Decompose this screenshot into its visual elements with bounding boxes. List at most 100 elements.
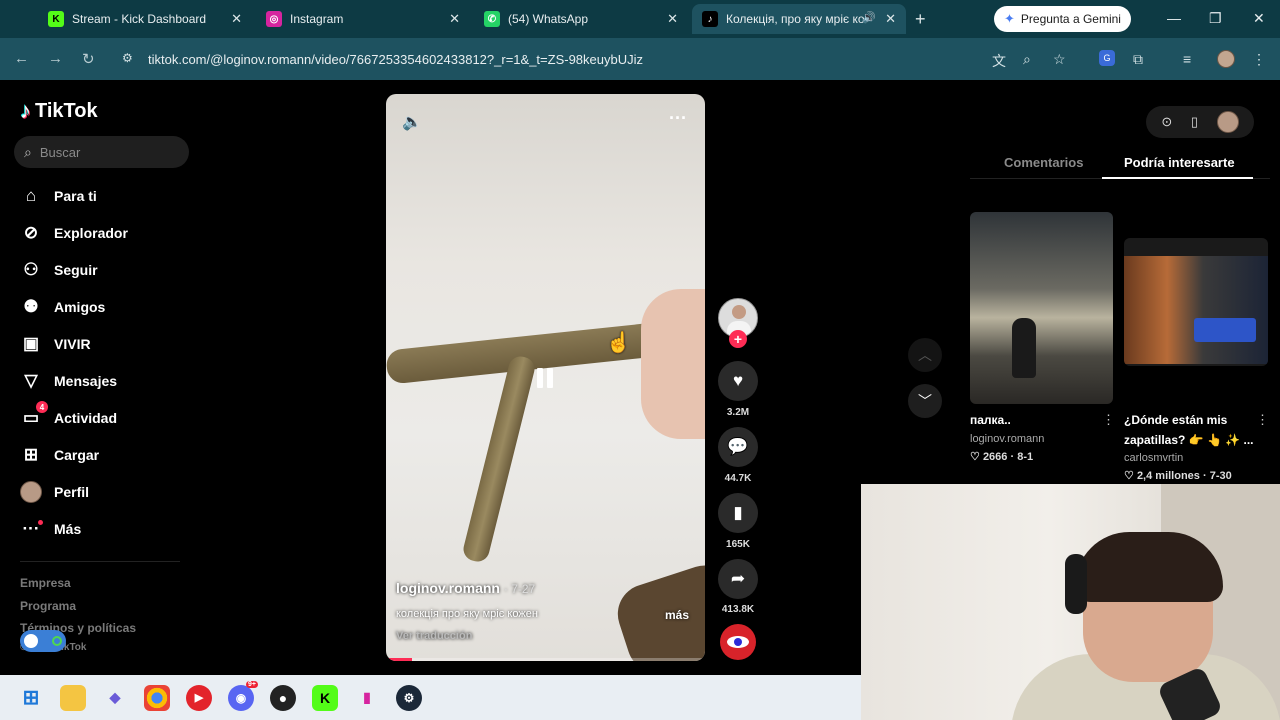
nav-item-seguir[interactable]: ⚇ Seguir [20, 259, 98, 281]
tab-title: Stream - Kick Dashboard [72, 12, 207, 26]
comment-icon: 💬 [727, 437, 749, 456]
tab-tiktok-active[interactable]: ♪ Колекція, про яку мріє ко 🔊 ✕ [692, 4, 906, 34]
extensions-puzzle-icon[interactable]: ⧉ [1133, 51, 1143, 68]
suggestion-meta: ♡ 2666 · 8-1 [970, 451, 1034, 463]
youtube-music-icon[interactable]: ▶ [186, 684, 212, 711]
like-button[interactable]: ♥ [718, 361, 758, 401]
gemini-button[interactable]: ✦ Pregunta a Gemini [994, 6, 1131, 32]
speaker-icon[interactable]: 🔊 [862, 11, 876, 24]
profile-avatar [20, 481, 42, 503]
video-frame-logs [610, 557, 705, 661]
nav-item-para-ti[interactable]: ⌂ Para ti [20, 185, 97, 207]
kick-app-icon[interactable]: K [312, 684, 338, 711]
nav-item-mas[interactable]: ··· Más [20, 518, 82, 540]
nav-item-amigos[interactable]: ⚉ Amigos [20, 296, 105, 318]
caption-more-link[interactable]: más [665, 608, 689, 622]
restore-icon[interactable]: ❐ [1209, 10, 1222, 27]
tab-whatsapp[interactable]: ✆ (54) WhatsApp ✕ [474, 4, 688, 34]
volume-icon[interactable]: 🔈 [402, 112, 422, 132]
steam-icon[interactable]: ⚙ [396, 684, 422, 711]
suggested-video-thumbnail[interactable] [1124, 238, 1268, 366]
file-explorer-icon[interactable] [60, 684, 86, 711]
nav-label: VIVIR [54, 336, 91, 352]
hand-cursor-icon: ☝ [606, 332, 631, 354]
tiktok-icon: ♪ [702, 11, 718, 27]
new-tab-icon[interactable]: + [915, 9, 926, 30]
next-video-button[interactable]: ﹀ [908, 384, 942, 418]
tiktok-logo[interactable]: ♪ TikTok [20, 98, 98, 124]
overlay-toggle[interactable] [20, 630, 66, 652]
obs-icon[interactable]: ● [270, 684, 296, 711]
nav-label: Para ti [54, 188, 97, 204]
suggestion-more-icon[interactable]: ⋮ [1256, 412, 1269, 428]
tab-comentarios[interactable]: Comentarios [1004, 155, 1083, 170]
pause-icon[interactable] [534, 368, 556, 390]
search-input[interactable]: ⌕ Buscar [14, 136, 189, 168]
close-tab-icon[interactable]: ✕ [231, 11, 242, 27]
minimize-icon[interactable]: — [1167, 10, 1181, 26]
discord-icon[interactable]: ◉ 9+ [228, 680, 258, 711]
app-icon[interactable]: ◆ [102, 685, 128, 711]
reload-icon[interactable]: ↻ [82, 50, 95, 68]
forward-icon[interactable]: → [48, 50, 63, 67]
browser-profile-avatar[interactable] [1217, 50, 1235, 68]
nav-item-actividad[interactable]: ▭ 4 Actividad [20, 401, 118, 429]
bookmark-star-icon[interactable]: ☆ [1053, 51, 1066, 68]
nav-label: Cargar [54, 447, 100, 463]
tab-title: Колекція, про яку мріє ко [726, 12, 865, 26]
comment-button[interactable]: 💬 [718, 427, 758, 467]
explore-compass-icon[interactable]: ⊙ [1161, 114, 1172, 130]
tab-podria-interesarte[interactable]: Podría interesarte [1124, 155, 1235, 170]
music-disc-button[interactable] [720, 624, 756, 660]
nav-item-explorador[interactable]: ⊘ Explorador [20, 222, 128, 244]
suggestion-user[interactable]: carlosmvrtin [1124, 452, 1183, 464]
device-icon[interactable]: ▯ [1191, 114, 1198, 130]
translate-icon[interactable]: 文 [992, 51, 1006, 71]
tab-instagram[interactable]: ◎ Instagram ✕ [256, 4, 470, 34]
nav-item-mensajes[interactable]: ▽ Mensajes [20, 370, 117, 392]
video-progress-bar[interactable] [386, 658, 705, 661]
share-count: 413.8K [721, 604, 755, 615]
video-author[interactable]: loginov.romann · 7-27 [396, 580, 535, 596]
translate-link[interactable]: Ver traducción [396, 630, 472, 642]
heart-outline-icon: ♡ [970, 451, 980, 463]
suggestion-title[interactable]: ¿Dónde están mis zapatillas? 👉 👆 ✨ ... [1124, 410, 1258, 450]
nav-item-perfil[interactable]: Perfil [20, 481, 89, 503]
previous-video-button[interactable]: ︿ [908, 338, 942, 372]
suggestion-user[interactable]: loginov.romann [970, 433, 1044, 445]
video-options-icon[interactable]: ··· [669, 108, 687, 129]
gemini-label: Pregunta a Gemini [1020, 12, 1121, 26]
footer-link-empresa[interactable]: Empresa [20, 576, 71, 590]
browser-menu-icon[interactable]: ⋮ [1252, 51, 1266, 68]
share-button[interactable]: ➦ [718, 559, 758, 599]
chrome-icon[interactable] [144, 684, 170, 711]
close-window-icon[interactable]: ✕ [1253, 10, 1265, 27]
friends-icon: ⚉ [23, 297, 39, 316]
chevron-down-icon: ﹀ [918, 393, 932, 409]
user-avatar[interactable] [1216, 111, 1239, 133]
nav-item-cargar[interactable]: ⊞ Cargar [20, 444, 99, 466]
nav-item-vivir[interactable]: ▣ VIVIR [20, 333, 91, 355]
back-icon[interactable]: ← [14, 50, 29, 67]
app-icon[interactable]: ▮ [354, 685, 380, 711]
nav-label: Actividad [54, 410, 118, 426]
extension-icon[interactable]: G [1099, 50, 1115, 66]
url-input[interactable]: tiktok.com/@loginov.romann/video/7667253… [112, 46, 1084, 72]
nav-label: Seguir [54, 262, 98, 278]
footer-link-programa[interactable]: Programa [20, 599, 76, 613]
close-tab-icon[interactable]: ✕ [667, 11, 678, 27]
close-tab-icon[interactable]: ✕ [885, 11, 896, 27]
video-player[interactable]: 🔈 ··· loginov.romann · 7-27 колекція про… [386, 94, 705, 661]
suggested-video-thumbnail[interactable] [970, 212, 1113, 404]
follow-plus-icon[interactable]: + [729, 330, 747, 348]
save-button[interactable]: ▮ [718, 493, 758, 533]
zoom-icon[interactable]: ⌕ [1023, 51, 1031, 68]
share-arrow-icon: ➦ [730, 569, 746, 588]
tab-kick-dashboard[interactable]: K Stream - Kick Dashboard ✕ [38, 4, 252, 34]
close-tab-icon[interactable]: ✕ [449, 11, 460, 27]
suggestion-title[interactable]: палка.. [970, 410, 1100, 430]
windows-start-icon[interactable]: ⊞ [18, 685, 44, 711]
suggestion-more-icon[interactable]: ⋮ [1102, 412, 1115, 428]
nav-label: Más [54, 521, 82, 537]
media-controls-icon[interactable]: ≡ [1183, 51, 1191, 67]
